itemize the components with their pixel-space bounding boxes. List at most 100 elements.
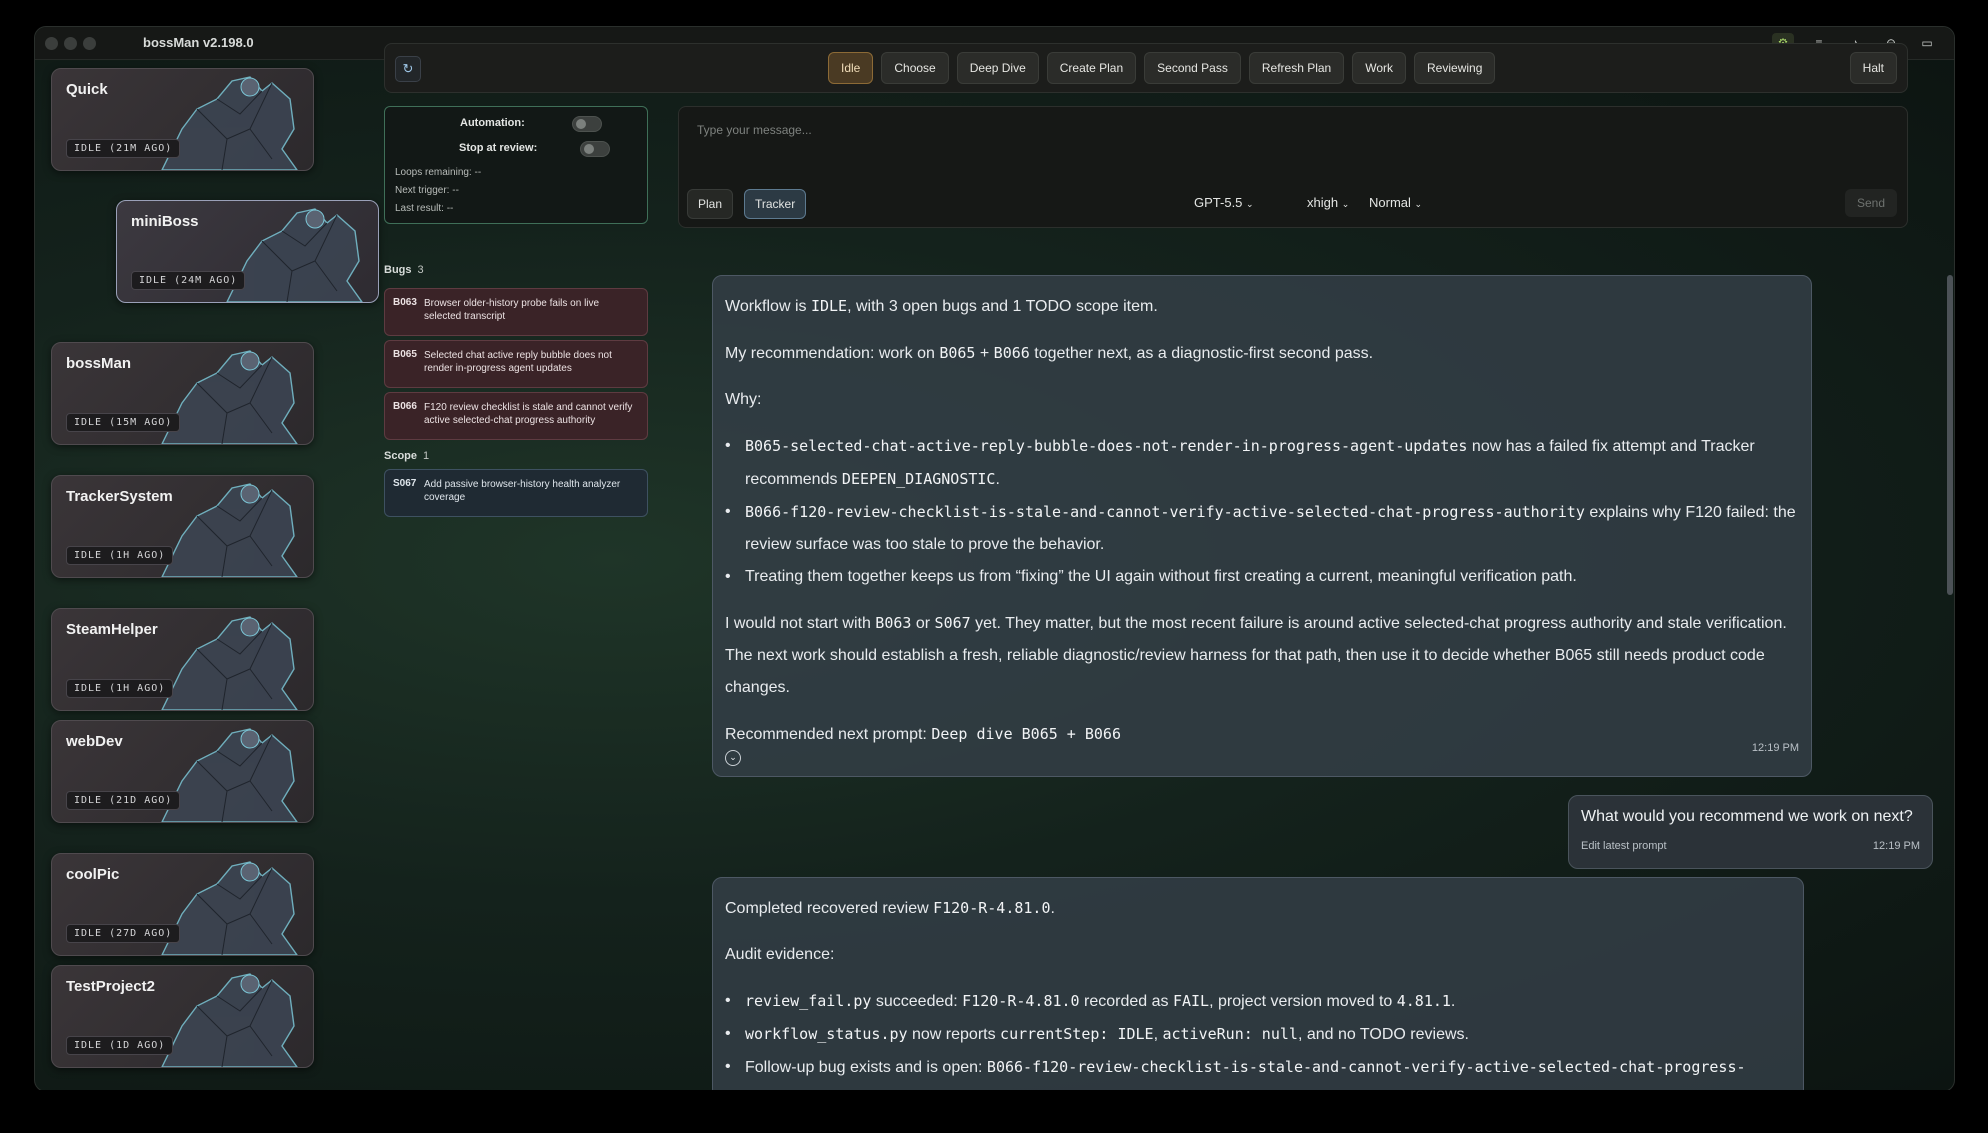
project-name: Quick bbox=[66, 81, 108, 98]
stop-at-review-toggle[interactable] bbox=[580, 141, 610, 157]
project-card[interactable]: coolPic IDLE (27D AGO) bbox=[51, 853, 314, 956]
project-card[interactable]: bossMan IDLE (15M AGO) bbox=[51, 342, 314, 445]
list-item: review_fail.py succeeded: F120-R-4.81.0 … bbox=[725, 985, 1801, 1018]
workflow-button-choose[interactable]: Choose bbox=[881, 52, 949, 84]
message-paragraph: My recommendation: work on B065 + B066 t… bbox=[725, 344, 1374, 362]
workflow-toolbar: ↻ Idle Choose Deep Dive Create Plan Second P… bbox=[384, 43, 1908, 93]
project-status-badge: IDLE (24M AGO) bbox=[131, 271, 246, 290]
scope-count: 1 bbox=[423, 450, 430, 462]
project-name: bossMan bbox=[66, 355, 132, 372]
project-status-badge: IDLE (21D AGO) bbox=[66, 791, 181, 810]
loops-remaining: Loops remaining: -- bbox=[395, 167, 482, 178]
project-card[interactable]: webDev IDLE (21D AGO) bbox=[51, 720, 314, 823]
bug-text: Browser older-history probe fails on liv… bbox=[424, 298, 600, 322]
bug-item[interactable]: B065 Selected chat active reply bubble do… bbox=[384, 340, 648, 388]
message-time: 12:19 PM bbox=[1872, 840, 1920, 852]
project-card[interactable]: TestProject2 IDLE (1D AGO) bbox=[51, 965, 314, 1068]
message-paragraph: Audit evidence: bbox=[725, 946, 835, 963]
refresh-icon: ↻ bbox=[402, 61, 414, 76]
project-status-badge: IDLE (1H AGO) bbox=[66, 679, 174, 698]
message-paragraph: I would not start with B063 or S067 yet.… bbox=[725, 614, 1787, 696]
project-card[interactable]: TrackerSystem IDLE (1H AGO) bbox=[51, 475, 314, 578]
project-name: TrackerSystem bbox=[66, 488, 173, 505]
zoom-window-button[interactable] bbox=[83, 37, 96, 50]
message-composer: Type your message... Plan Tracker GPT-5.… bbox=[678, 106, 1908, 228]
automation-toggle[interactable] bbox=[572, 116, 602, 132]
project-name: coolPic bbox=[66, 866, 120, 883]
speed-select[interactable]: Normal ⌄ bbox=[1369, 195, 1422, 210]
workflow-button-reviewing[interactable]: Reviewing bbox=[1414, 52, 1496, 84]
scope-id: S067 bbox=[393, 478, 417, 489]
effort-select[interactable]: xhigh ⌄ bbox=[1307, 195, 1349, 210]
close-window-button[interactable] bbox=[45, 37, 58, 50]
project-card[interactable]: miniBoss IDLE (24M AGO) bbox=[116, 200, 379, 303]
refresh-button[interactable]: ↻ bbox=[395, 56, 421, 82]
tracker-mode-button[interactable]: Tracker bbox=[744, 189, 807, 219]
workflow-button-idle[interactable]: Idle bbox=[828, 52, 874, 84]
project-status-badge: IDLE (1D AGO) bbox=[66, 1036, 174, 1055]
message-time: 12:19 PM bbox=[1751, 742, 1799, 754]
bug-id: B066 bbox=[393, 401, 417, 412]
bug-id: B063 bbox=[393, 297, 417, 308]
message-paragraph: Workflow is IDLE, with 3 open bugs and 1… bbox=[725, 297, 1158, 315]
bug-text: Selected chat active reply bubble does n… bbox=[424, 350, 612, 374]
project-status-badge: IDLE (15M AGO) bbox=[66, 413, 181, 432]
scope-title: Scope bbox=[384, 450, 418, 462]
send-button[interactable]: Send bbox=[1844, 189, 1897, 217]
project-status-badge: IDLE (1H AGO) bbox=[66, 546, 174, 565]
automation-panel: Automation: Stop at review: Loops remain… bbox=[384, 106, 648, 224]
chevron-down-icon: ⌄ bbox=[1341, 199, 1350, 209]
list-item: Treating them together keeps us from “fi… bbox=[725, 561, 1805, 593]
last-result: Last result: -- bbox=[395, 203, 454, 214]
project-name: webDev bbox=[66, 733, 123, 750]
workflow-button-second-pass[interactable]: Second Pass bbox=[1144, 52, 1241, 84]
project-card[interactable]: Quick IDLE (21M AGO) bbox=[51, 68, 314, 171]
stop-at-review-label: Stop at review: bbox=[459, 142, 538, 154]
chat-scrollbar[interactable] bbox=[1947, 275, 1953, 595]
speed-value: Normal bbox=[1369, 195, 1411, 210]
project-status-badge: IDLE (27D AGO) bbox=[66, 924, 181, 943]
workflow-button-work[interactable]: Work bbox=[1352, 52, 1407, 84]
list-item: B066-f120-review-checklist-is-stale-and-… bbox=[725, 496, 1805, 561]
workflow-button-create-plan[interactable]: Create Plan bbox=[1046, 52, 1137, 84]
list-item: workflow_status.py now reports currentSt… bbox=[725, 1018, 1801, 1051]
model-value: GPT-5.5 bbox=[1194, 195, 1243, 210]
bug-item[interactable]: B066 F120 review checklist is stale and c… bbox=[384, 392, 648, 440]
message-input[interactable]: Type your message... bbox=[697, 123, 812, 137]
expand-icon[interactable]: ⌄ bbox=[725, 750, 741, 766]
bug-id: B065 bbox=[393, 349, 417, 360]
automation-label: Automation: bbox=[460, 117, 525, 129]
project-status-badge: IDLE (21M AGO) bbox=[66, 139, 181, 158]
plan-mode-button[interactable]: Plan bbox=[687, 189, 734, 219]
workflow-button-deep-dive[interactable]: Deep Dive bbox=[956, 52, 1039, 84]
chevron-down-icon: ⌄ bbox=[1414, 199, 1423, 209]
list-item: B065-selected-chat-active-reply-bubble-d… bbox=[725, 430, 1805, 496]
assistant-message: Completed recovered review F120-R-4.81.0… bbox=[712, 877, 1804, 1099]
bug-item[interactable]: B063 Browser older-history probe fails on… bbox=[384, 288, 648, 336]
bugs-heading: Bugs 3 bbox=[384, 264, 424, 276]
effort-value: xhigh bbox=[1307, 195, 1339, 210]
assistant-message: Workflow is IDLE, with 3 open bugs and 1… bbox=[712, 275, 1812, 777]
message-paragraph: Completed recovered review F120-R-4.81.0… bbox=[725, 899, 1055, 917]
project-name: TestProject2 bbox=[66, 978, 155, 995]
workflow-button-refresh-plan[interactable]: Refresh Plan bbox=[1248, 52, 1345, 84]
minimize-window-button[interactable] bbox=[64, 37, 77, 50]
edit-prompt-link[interactable]: Edit latest prompt bbox=[1581, 840, 1667, 852]
model-select[interactable]: GPT-5.5 ⌄ bbox=[1194, 195, 1254, 210]
user-message-text: What would you recommend we work on next… bbox=[1581, 808, 1913, 825]
message-paragraph: Recommended next prompt: Deep dive B065 … bbox=[725, 725, 1121, 743]
project-card[interactable]: SteamHelper IDLE (1H AGO) bbox=[51, 608, 314, 711]
chevron-down-icon: ⌄ bbox=[1246, 199, 1254, 209]
scope-item[interactable]: S067 Add passive browser-history health … bbox=[384, 469, 648, 517]
scope-text: Add passive browser-history health analy… bbox=[424, 479, 621, 503]
next-trigger: Next trigger: -- bbox=[395, 185, 459, 196]
bugs-title: Bugs bbox=[384, 264, 412, 276]
project-name: miniBoss bbox=[131, 213, 199, 230]
app-title: bossMan v2.198.0 bbox=[143, 35, 254, 50]
project-name: SteamHelper bbox=[66, 621, 158, 638]
bug-text: F120 review checklist is stale and canno… bbox=[424, 402, 633, 426]
user-message: What would you recommend we work on next… bbox=[1568, 795, 1933, 869]
bottom-mask bbox=[34, 1090, 1953, 1133]
halt-button[interactable]: Halt bbox=[1849, 52, 1897, 84]
chat-icon[interactable]: ▭ bbox=[1916, 33, 1938, 53]
